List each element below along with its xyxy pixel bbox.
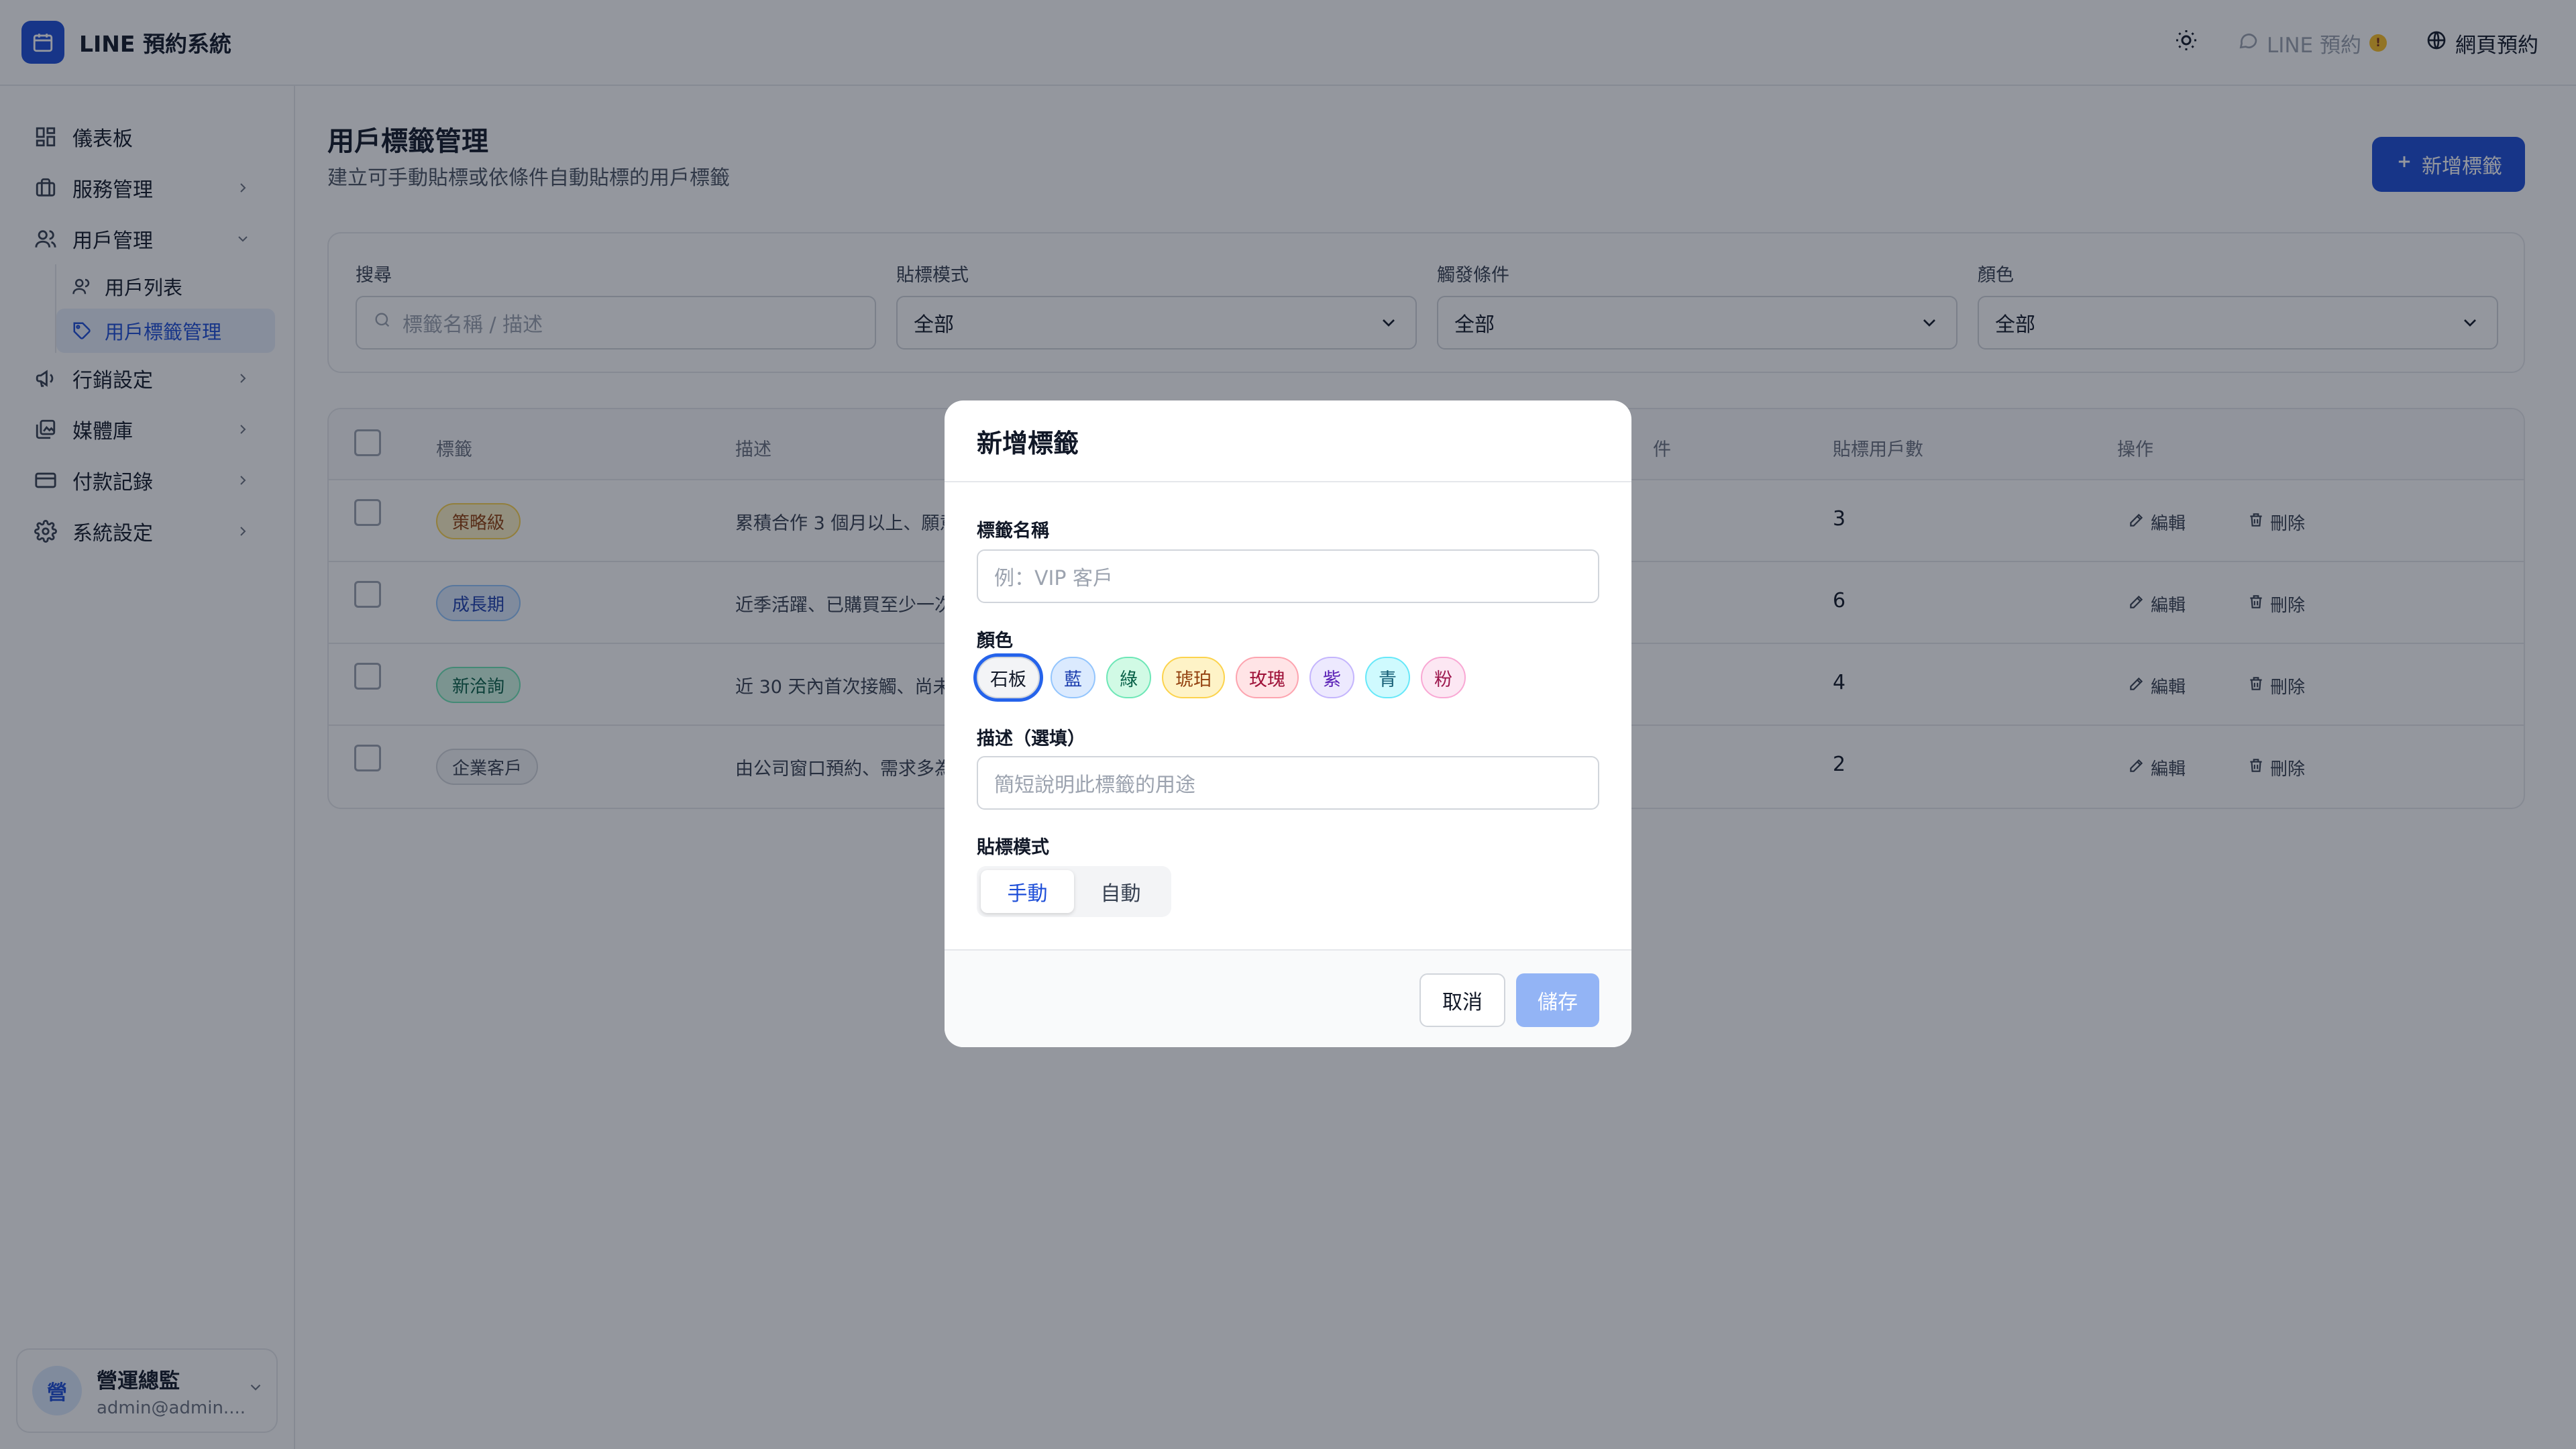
cancel-button[interactable]: 取消 xyxy=(1419,973,1505,1027)
description-input[interactable]: 簡短說明此標籤的用途 xyxy=(977,756,1599,810)
mode-manual-button[interactable]: 手動 xyxy=(981,870,1074,913)
color-option-purple[interactable]: 紫 xyxy=(1309,657,1354,698)
color-option-amber[interactable]: 琥珀 xyxy=(1162,657,1225,698)
color-option-pink[interactable]: 粉 xyxy=(1421,657,1466,698)
color-option-cyan[interactable]: 青 xyxy=(1365,657,1410,698)
mode-segmented-control: 手動 自動 xyxy=(977,866,1171,917)
tag-name-input[interactable]: 例：VIP 客戶 xyxy=(977,549,1599,603)
save-button[interactable]: 儲存 xyxy=(1516,973,1599,1027)
dialog-title: 新增標籤 xyxy=(945,400,1631,482)
color-option-slate[interactable]: 石板 xyxy=(977,657,1040,698)
tag-name-label: 標籤名稱 xyxy=(977,521,1049,541)
mode-auto-button[interactable]: 自動 xyxy=(1074,870,1167,913)
description-label: 描述（選填） xyxy=(977,729,1085,749)
color-option-green[interactable]: 綠 xyxy=(1106,657,1151,698)
color-picker: 石板 藍 綠 琥珀 玫瑰 紫 青 粉 xyxy=(977,657,1466,698)
add-tag-dialog: 新增標籤 標籤名稱 例：VIP 客戶 顏色 石板 藍 綠 琥珀 玫瑰 紫 青 粉… xyxy=(945,400,1631,1047)
mode-label: 貼標模式 xyxy=(977,837,1049,858)
color-option-blue[interactable]: 藍 xyxy=(1051,657,1095,698)
color-option-rose[interactable]: 玫瑰 xyxy=(1236,657,1299,698)
color-label: 顏色 xyxy=(977,631,1013,651)
dialog-footer: 取消 儲存 xyxy=(945,949,1631,1047)
